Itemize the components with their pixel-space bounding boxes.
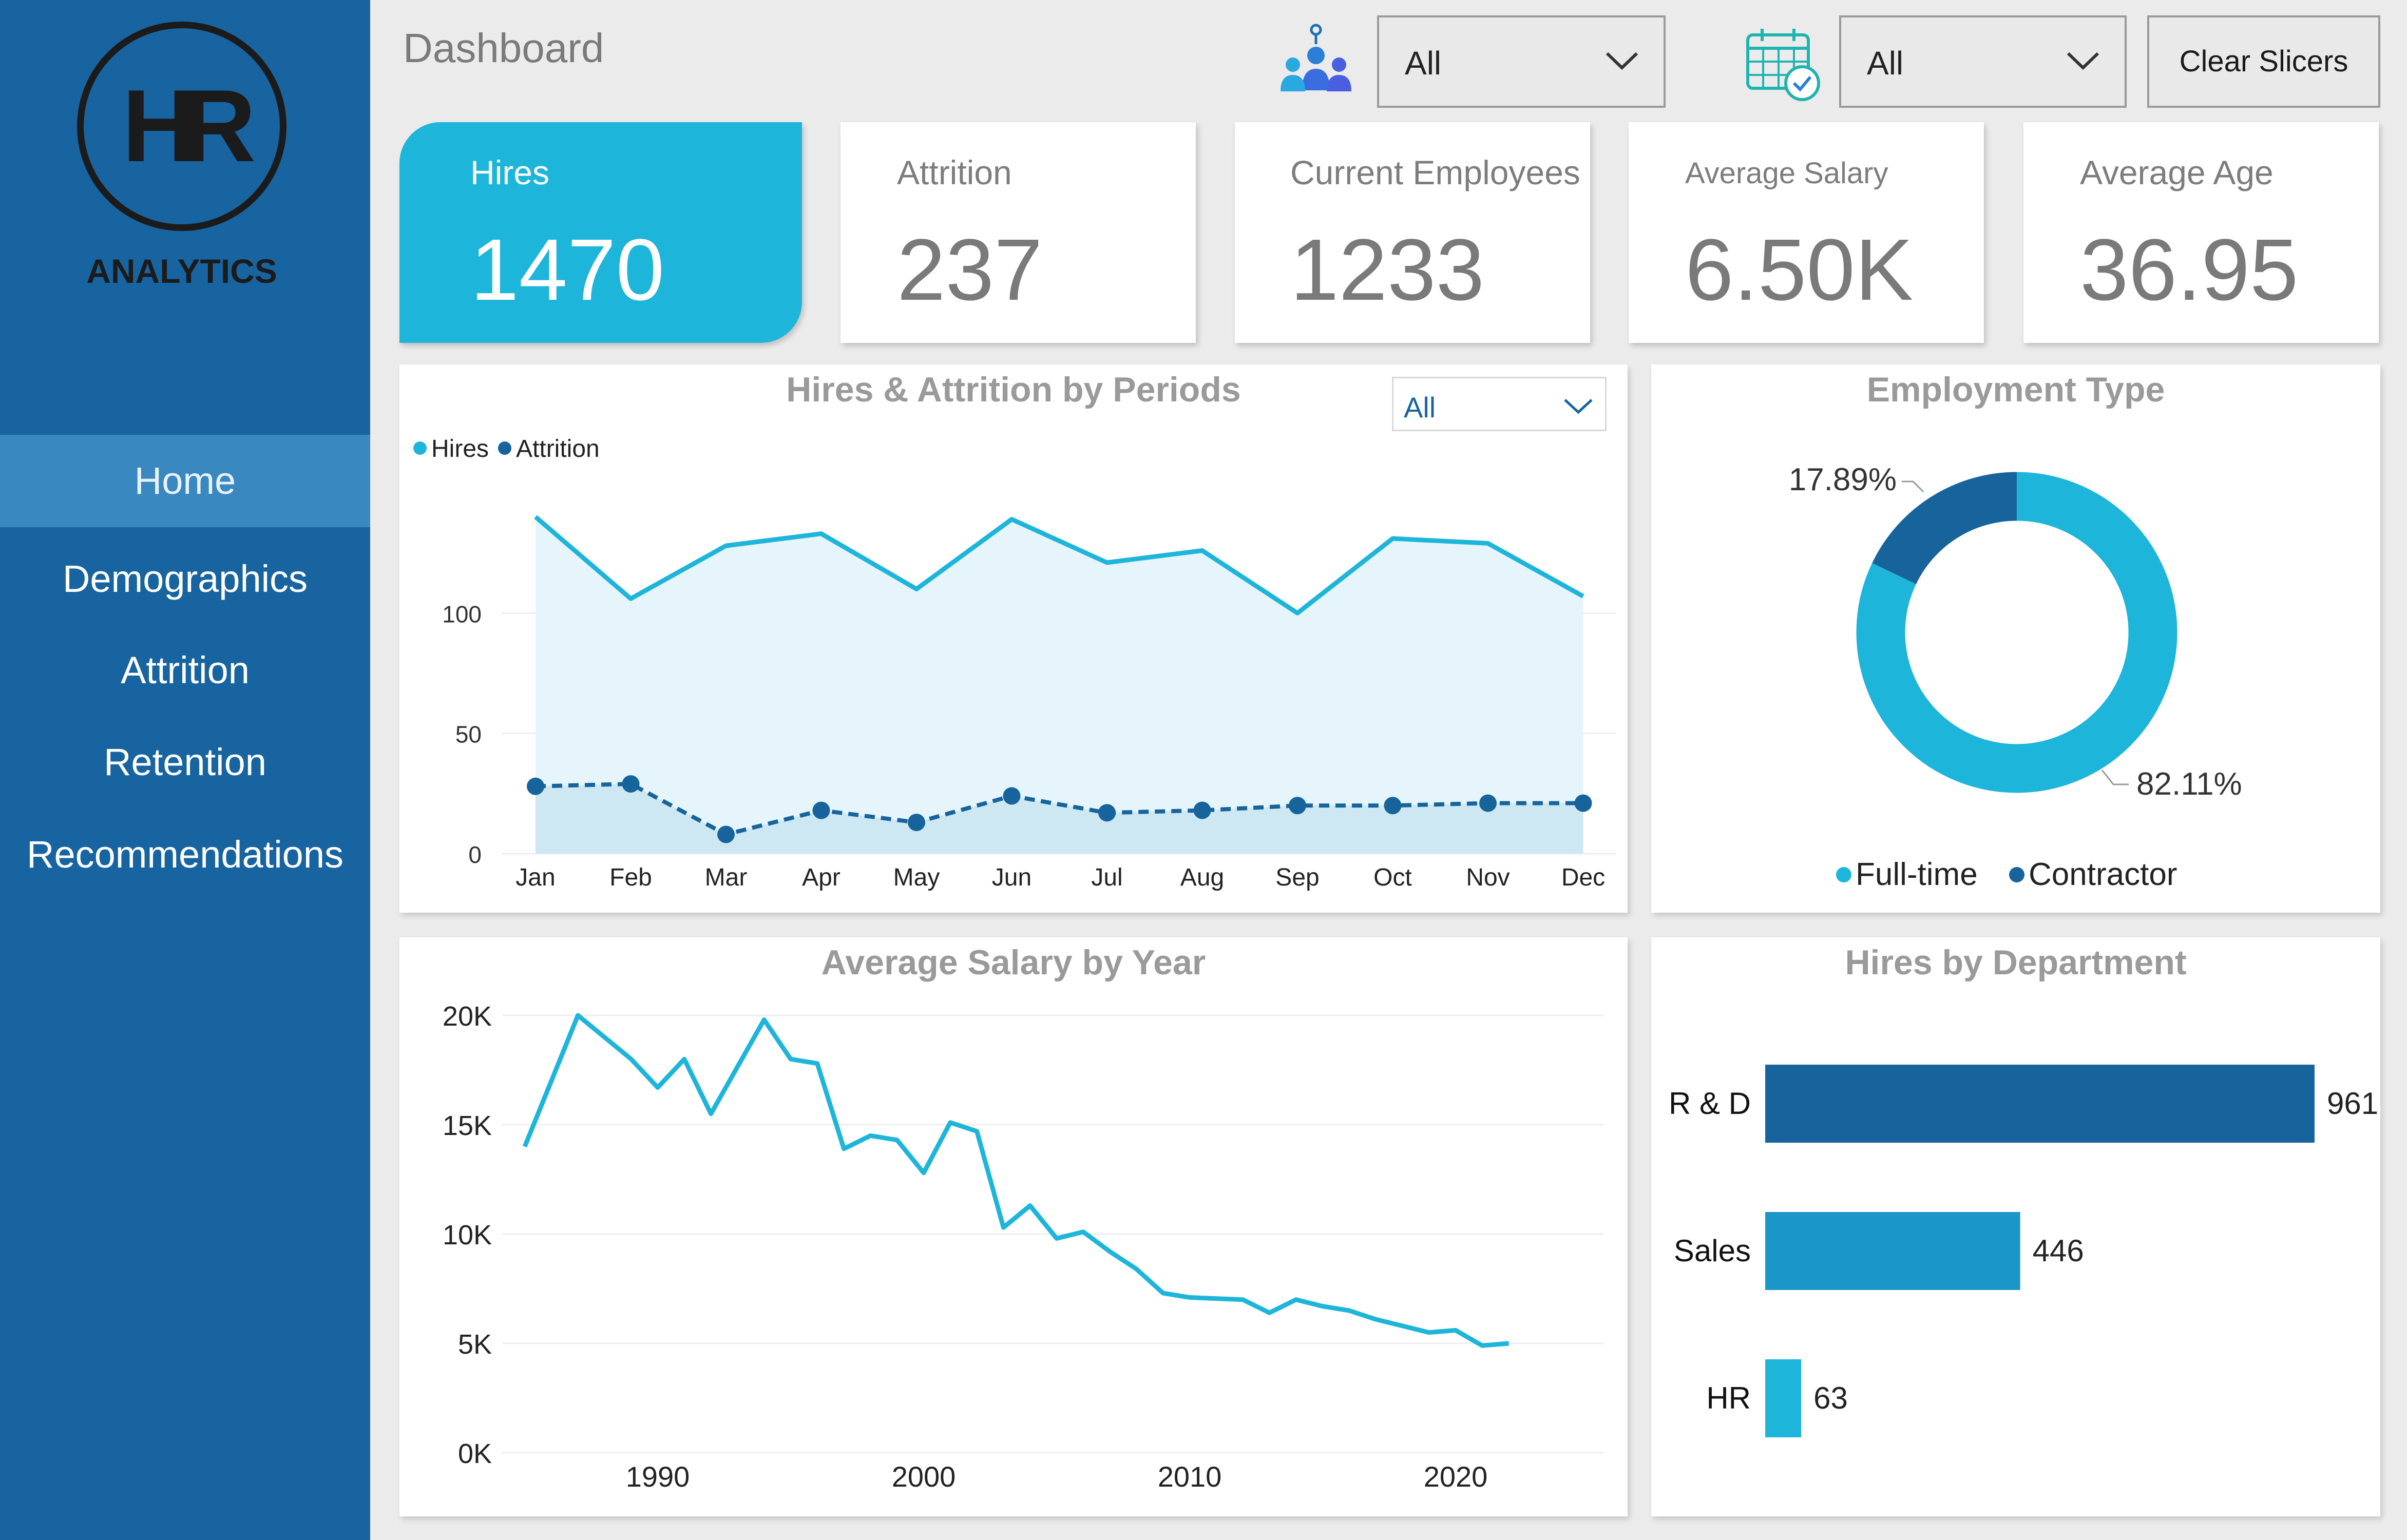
- nav-home[interactable]: Home: [0, 435, 370, 527]
- x-tick-label: Sep: [1275, 864, 1319, 891]
- employment-type-chart: 17.89% 82.11% Full-time Contractor: [1789, 462, 2242, 892]
- kpi-card-current-employees[interactable]: Current Employees 1233: [1235, 122, 1590, 343]
- x-tick-label: Dec: [1561, 864, 1605, 891]
- legend-label: Hires: [431, 435, 489, 463]
- employment-type-panel: Employment Type 17.89% 82.11% Full-time Con…: [1651, 364, 2380, 913]
- nav-demographics[interactable]: Demographics: [0, 557, 370, 601]
- kpi-label: Attrition: [897, 153, 1012, 191]
- kpi-value: 1233: [1290, 221, 1485, 319]
- legend-marker: [2009, 867, 2024, 882]
- attrition-point: [527, 777, 544, 795]
- kpi-label: Hires: [470, 153, 550, 191]
- legend-marker: [498, 441, 511, 455]
- y-tick-label: 50: [455, 721, 482, 748]
- attrition-point: [1384, 797, 1402, 815]
- kpi-value: 36.95: [2080, 221, 2299, 319]
- bar: [1765, 1065, 2315, 1143]
- x-tick-label: 2010: [1158, 1460, 1222, 1493]
- legend-label: Full-time: [1856, 857, 1978, 892]
- kpi-card-hires[interactable]: Hires 1470: [399, 122, 802, 343]
- date-slicer-value: All: [1867, 45, 1904, 82]
- hires-attrition-panel: Hires & Attrition by Periods All Hires At…: [399, 364, 1628, 913]
- x-tick-label: Feb: [609, 864, 652, 891]
- attrition-point: [1003, 787, 1021, 805]
- y-tick-label: 15K: [443, 1110, 492, 1141]
- bar: [1765, 1359, 1802, 1437]
- bar-value-label: 446: [2033, 1234, 2084, 1268]
- attrition-point: [1289, 797, 1306, 815]
- attrition-point: [812, 801, 830, 819]
- y-tick-label: 100: [442, 601, 482, 627]
- attrition-point: [717, 825, 735, 843]
- x-tick-label: 2000: [892, 1460, 956, 1493]
- kpi-card-average-salary[interactable]: Average Salary 6.50K: [1629, 122, 1984, 343]
- x-tick-label: 1990: [626, 1460, 690, 1493]
- attrition-point: [622, 775, 640, 793]
- chevron-down-icon: [2067, 52, 2099, 70]
- sidebar: HR ANALYTICS Home Demographics Attrition…: [0, 0, 370, 1540]
- slice-value-label: 82.11%: [2136, 766, 2242, 802]
- legend-label: Contractor: [2029, 857, 2177, 892]
- kpi-card-attrition[interactable]: Attrition 237: [840, 122, 1196, 343]
- attrition-point: [1574, 794, 1592, 812]
- x-tick-label: Mar: [705, 864, 748, 891]
- attrition-point: [1193, 801, 1211, 819]
- y-tick-label: 0: [468, 841, 482, 868]
- category-label: R & D: [1669, 1086, 1751, 1121]
- x-tick-label: 2020: [1424, 1460, 1488, 1493]
- x-tick-label: May: [893, 864, 940, 891]
- logo-text: ANALYTICS: [86, 252, 277, 290]
- calendar-icon: [1746, 29, 1820, 101]
- x-tick-label: Apr: [802, 864, 840, 891]
- salary-line: [522, 1013, 1509, 1348]
- salary-by-year-panel: Average Salary by Year 0K 5K 10K 15K 20K 1990…: [399, 937, 1628, 1516]
- nav-retention[interactable]: Retention: [0, 740, 370, 784]
- bar: [1765, 1212, 2020, 1290]
- nav-recommendations[interactable]: Recommendations: [0, 833, 370, 876]
- salary-by-year-chart: 0K 5K 10K 15K 20K 1990 2000 2010 2020: [443, 1001, 1603, 1493]
- x-tick-label: Nov: [1466, 864, 1510, 891]
- kpi-value: 1470: [470, 221, 665, 319]
- kpi-label: Current Employees: [1290, 153, 1580, 191]
- attrition-point: [1479, 794, 1497, 812]
- bar-value-label: 961: [2327, 1086, 2378, 1121]
- attrition-point: [908, 814, 925, 832]
- slice-value-label: 17.89%: [1789, 462, 1897, 497]
- kpi-card-average-age[interactable]: Average Age 36.95: [2023, 122, 2379, 343]
- logo-mark: HR: [122, 69, 256, 183]
- y-tick-label: 20K: [443, 1001, 492, 1032]
- kpi-label: Average Salary: [1685, 157, 1888, 190]
- kpi-value: 237: [897, 221, 1043, 319]
- x-tick-label: Jun: [992, 864, 1031, 891]
- leader-line: [2101, 769, 2129, 785]
- hires-by-department-panel: Hires by Department R & D 961 Sales 446 HR 63: [1651, 937, 2380, 1516]
- department-slicer[interactable]: All: [1377, 15, 1666, 108]
- clear-slicers-button[interactable]: Clear Slicers: [2147, 15, 2380, 108]
- nav-attrition[interactable]: Attrition: [0, 648, 370, 692]
- legend-marker: [413, 441, 427, 455]
- kpi-label: Average Age: [2080, 153, 2274, 191]
- hires-attrition-chart: Hires Attrition 0 50 100 Jan Feb Mar Apr May Jun Ju…: [413, 435, 1616, 891]
- people-icon: [1281, 24, 1351, 91]
- department-slicer-value: All: [1405, 45, 1442, 82]
- attrition-point: [1098, 804, 1116, 822]
- hires-by-department-chart: R & D 961 Sales 446 HR 63: [1669, 1065, 2378, 1437]
- date-slicer[interactable]: All: [1839, 15, 2127, 108]
- y-tick-label: 10K: [443, 1220, 492, 1250]
- category-label: HR: [1706, 1381, 1751, 1415]
- x-tick-label: Oct: [1373, 864, 1412, 891]
- page-title: Dashboard: [403, 25, 604, 71]
- x-tick-label: Jan: [515, 864, 555, 891]
- kpi-value: 6.50K: [1685, 221, 1914, 319]
- category-label: Sales: [1674, 1234, 1751, 1268]
- leader-line: [1902, 480, 1924, 493]
- x-tick-label: Jul: [1091, 864, 1122, 891]
- legend-marker: [1836, 867, 1851, 882]
- x-tick-label: Aug: [1180, 864, 1224, 891]
- chevron-down-icon: [1606, 52, 1638, 70]
- y-tick-label: 0K: [458, 1438, 492, 1469]
- bar-value-label: 63: [1813, 1381, 1848, 1415]
- legend-label: Attrition: [516, 435, 600, 463]
- y-tick-label: 5K: [458, 1329, 492, 1360]
